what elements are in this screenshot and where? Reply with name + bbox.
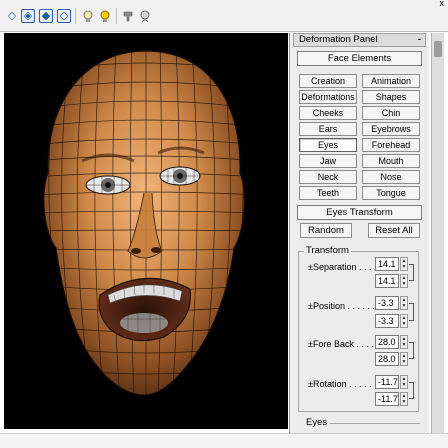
random-button[interactable]: Random — [300, 223, 352, 238]
mouth-button[interactable]: Mouth — [362, 154, 420, 168]
fore-back-label: ±Fore Back . . . . — [308, 339, 374, 349]
chin-button[interactable]: Chin — [362, 106, 420, 120]
eyes-group-label: Eyes — [304, 417, 330, 428]
rotation-link-bracket — [409, 382, 414, 399]
neck-button[interactable]: Neck — [299, 170, 357, 184]
position-field-1[interactable]: -3.3 — [375, 296, 399, 310]
creation-button[interactable]: Creation — [299, 74, 357, 88]
eyes-transform-button[interactable]: Eyes Transform — [297, 205, 422, 220]
jaw-button[interactable]: Jaw — [299, 154, 357, 168]
position-label: ±Position . . . . . . — [308, 301, 375, 311]
fore-back-spinner-1[interactable]: ▲ ▼ — [400, 335, 408, 349]
collapse-icon[interactable]: - — [418, 34, 421, 46]
panel-title: Deformation Panel — [299, 34, 378, 45]
toolbar-separator — [116, 8, 117, 24]
eyes-button[interactable]: Eyes — [299, 138, 357, 152]
window-bottom-edge — [0, 433, 448, 448]
face-elements-button[interactable]: Face Elements — [297, 51, 422, 66]
forehead-button[interactable]: Forehead — [362, 138, 420, 152]
nose-button[interactable]: Nose — [362, 170, 420, 184]
3d-viewport[interactable] — [4, 33, 288, 429]
position-spinner-2[interactable]: ▲ ▼ — [400, 314, 408, 328]
right-eye — [159, 166, 201, 186]
rotation-field-2[interactable]: -11.7 — [375, 392, 399, 406]
separation-spinner-2[interactable]: ▲ ▼ — [400, 274, 408, 288]
face-mesh-render — [43, 50, 245, 396]
panel-scrollbar[interactable] — [431, 33, 444, 433]
teeth-button[interactable]: Teeth — [299, 186, 357, 200]
fore-back-field-2[interactable]: 28.0 — [375, 352, 399, 366]
eyebrows-button[interactable]: Eyebrows — [362, 122, 420, 136]
rotation-spinner-2[interactable]: ▲ ▼ — [400, 392, 408, 406]
animation-button[interactable]: Animation — [362, 74, 420, 88]
tongue-button[interactable]: Tongue — [362, 186, 420, 200]
position-field-2[interactable]: -3.3 — [375, 314, 399, 328]
fore-back-field-1[interactable]: 28.0 — [375, 335, 399, 349]
deformations-button[interactable]: Deformations — [299, 90, 357, 104]
eyes-group-border — [330, 423, 420, 424]
main-toolbar: ◇ ◈ ◆ ◇ x — [0, 0, 448, 32]
window-corner-mark: x — [439, 0, 445, 8]
cheeks-button[interactable]: Cheeks — [299, 106, 357, 120]
shapes-button[interactable]: Shapes — [362, 90, 420, 104]
bulb-on-icon[interactable] — [98, 9, 112, 23]
fore-back-link-bracket — [409, 342, 414, 359]
transform-group-label: Transform — [304, 245, 351, 256]
separation-label: ±Separation . . . . — [308, 262, 377, 272]
toolbar-separator — [75, 8, 76, 24]
separation-field-2[interactable]: 14.1 — [375, 274, 399, 288]
bulb-off-icon[interactable] — [81, 9, 95, 23]
position-link-bracket — [409, 303, 414, 321]
head-icon[interactable] — [138, 9, 152, 23]
left-eye — [85, 175, 131, 195]
fore-back-spinner-2[interactable]: ▲ ▼ — [400, 352, 408, 366]
scrollbar-thumb[interactable] — [434, 41, 442, 57]
diamond-scale-icon[interactable]: ◇ — [57, 9, 71, 23]
separation-spinner-1[interactable]: ▲ ▼ — [400, 257, 408, 271]
pointer-icon[interactable] — [121, 9, 135, 23]
rotation-label: ±Rotation . . . . . — [308, 379, 372, 389]
deformation-panel: Deformation Panel - Face Elements Creati… — [289, 33, 429, 433]
ears-button[interactable]: Ears — [299, 122, 357, 136]
rotation-spinner-1[interactable]: ▲ ▼ — [400, 375, 408, 389]
diamond-rotate-icon[interactable]: ◆ — [39, 9, 53, 23]
position-spinner-1[interactable]: ▲ ▼ — [400, 296, 408, 310]
reset-all-button[interactable]: Reset All — [368, 223, 420, 238]
rotation-field-1[interactable]: -11.7 — [375, 375, 399, 389]
diamond-move-icon[interactable]: ◈ — [21, 9, 35, 23]
separation-field-1[interactable]: 14.1 — [375, 257, 399, 271]
panel-title-bar[interactable]: Deformation Panel - — [293, 33, 426, 47]
separation-link-bracket — [409, 264, 414, 281]
diamond-select-icon[interactable]: ◇ — [5, 9, 19, 23]
